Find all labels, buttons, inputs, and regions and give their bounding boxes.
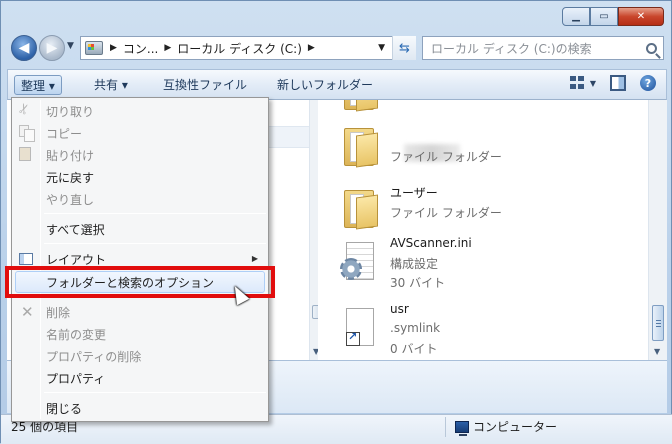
- organize-menu: 切り取り コピー 貼り付け 元に戻す やり直し すべて選択 レイアウト ▶ フォ…: [11, 97, 269, 422]
- menu-item-label: プロパティの削除: [46, 350, 142, 364]
- status-location: コンピューター: [455, 418, 558, 436]
- preview-pane-icon[interactable]: [610, 75, 626, 91]
- menu-item-cut[interactable]: 切り取り: [12, 100, 268, 122]
- arrow-left-icon: ◀: [18, 40, 30, 56]
- new-folder-button[interactable]: 新しいフォルダー: [271, 75, 379, 95]
- menu-item-label: レイアウト: [46, 253, 107, 267]
- drive-icon: [85, 41, 103, 55]
- file-name: ユーザー: [390, 186, 438, 200]
- scissors-icon: [19, 103, 35, 119]
- chevron-right-icon[interactable]: ▶: [305, 43, 318, 53]
- list-item[interactable]: AVScanner.ini 構成設定 30 バイト: [340, 236, 640, 296]
- forward-button[interactable]: ▶: [39, 35, 65, 61]
- menu-item-label: 切り取り: [46, 105, 95, 119]
- file-type: 構成設定: [390, 257, 439, 271]
- nav-selected-row: [269, 126, 309, 148]
- compatibility-files-button[interactable]: 互換性ファイル: [157, 75, 253, 95]
- chevron-right-icon[interactable]: ▶: [161, 43, 174, 53]
- menu-item-remove-properties[interactable]: プロパティの削除: [12, 345, 268, 367]
- file-size: 30 バイト: [390, 276, 446, 290]
- menu-item-label: やり直し: [46, 193, 95, 207]
- delete-icon: [19, 303, 35, 321]
- status-location-label: コンピューター: [473, 420, 558, 434]
- menu-item-label: すべて選択: [46, 223, 105, 237]
- folder-icon: [340, 100, 380, 112]
- menu-item-copy[interactable]: コピー: [12, 122, 268, 144]
- file-type: .symlink: [390, 321, 441, 335]
- views-icon[interactable]: [569, 75, 586, 91]
- menu-item-label: 閉じる: [46, 402, 83, 416]
- chevron-down-icon[interactable]: ▼: [590, 79, 596, 88]
- file-list-scrollbar[interactable]: ▼: [648, 100, 667, 360]
- toolbar-icons: ▼ ?: [569, 75, 656, 91]
- file-size: 0 バイト: [390, 342, 438, 356]
- menu-item-paste[interactable]: 貼り付け: [12, 144, 268, 166]
- menu-item-label: コピー: [46, 127, 83, 141]
- file-list: ファイル フォルダー ファイル フォルダー ユーザー ファイル フォルダー AV…: [318, 100, 648, 360]
- paste-icon: [19, 147, 31, 161]
- menu-item-delete[interactable]: 削除: [12, 301, 268, 323]
- organize-button[interactable]: 整理 ▾: [14, 75, 62, 95]
- file-type: ファイル フォルダー: [390, 100, 502, 101]
- back-button[interactable]: ◀: [11, 35, 37, 61]
- refresh-icon: ⇆: [399, 40, 410, 56]
- menu-item-label: プロパティ: [46, 372, 106, 386]
- submenu-arrow-icon: ▶: [251, 254, 258, 263]
- close-button[interactable]: ✕: [618, 7, 664, 26]
- breadcrumb-local-disk[interactable]: ローカル ディスク (C:): [174, 40, 305, 57]
- file-list-scroll-thumb[interactable]: [652, 305, 664, 341]
- caption-buttons: ▁ ▭ ✕: [562, 7, 664, 26]
- file-name: usr: [390, 302, 409, 316]
- menu-item-label: 元に戻す: [46, 171, 95, 185]
- menu-item-label: 削除: [46, 306, 71, 320]
- menu-item-rename[interactable]: 名前の変更: [12, 323, 268, 345]
- file-type: ファイル フォルダー: [390, 206, 502, 220]
- search-placeholder: ローカル ディスク (C:)の検索: [431, 41, 592, 56]
- list-item[interactable]: ファイル フォルダー: [340, 122, 640, 182]
- menu-separator: [44, 213, 266, 214]
- maximize-button[interactable]: ▭: [590, 7, 618, 26]
- list-item[interactable]: ユーザー ファイル フォルダー: [340, 184, 640, 244]
- arrow-right-icon: ▶: [46, 40, 58, 56]
- config-file-icon: [340, 240, 380, 280]
- breadcrumb-computer[interactable]: コン...: [120, 40, 161, 57]
- menu-item-select-all[interactable]: すべて選択: [12, 218, 268, 240]
- scroll-down-icon[interactable]: ▼: [654, 347, 660, 356]
- folder-icon: [340, 188, 380, 230]
- menu-item-close[interactable]: 閉じる: [12, 397, 268, 419]
- search-icon[interactable]: [646, 42, 657, 54]
- recent-pages-dropdown[interactable]: ▼: [67, 41, 74, 51]
- chevron-right-icon[interactable]: ▶: [107, 43, 120, 53]
- refresh-button[interactable]: ⇆: [392, 36, 416, 60]
- file-type: ファイル フォルダー: [390, 150, 502, 164]
- search-input[interactable]: ローカル ディスク (C:)の検索: [422, 36, 664, 60]
- list-item[interactable]: usr .symlink 0 バイト: [340, 302, 640, 360]
- menu-item-redo[interactable]: やり直し: [12, 188, 268, 210]
- command-bar: 整理 ▾ 共有 ▾ 互換性ファイル 新しいフォルダー ▼ ?: [7, 69, 667, 100]
- folder-icon: [340, 126, 380, 168]
- menu-item-properties[interactable]: プロパティ: [12, 367, 268, 389]
- file-name: AVScanner.ini: [390, 236, 472, 250]
- address-dropdown[interactable]: ▼: [378, 43, 391, 53]
- help-icon[interactable]: ?: [640, 75, 656, 91]
- menu-separator: [44, 392, 266, 393]
- status-divider: [445, 417, 446, 437]
- minimize-button[interactable]: ▁: [562, 7, 590, 26]
- shortcut-file-icon: [340, 306, 380, 346]
- menu-item-label: フォルダーと検索のオプション: [46, 276, 215, 290]
- computer-icon: [455, 420, 469, 436]
- menu-item-label: 名前の変更: [46, 328, 107, 342]
- address-bar[interactable]: ▶ コン... ▶ ローカル ディスク (C:) ▶ ▼: [80, 36, 416, 60]
- menu-separator: [44, 243, 266, 244]
- share-button[interactable]: 共有 ▾: [88, 75, 134, 95]
- menu-item-undo[interactable]: 元に戻す: [12, 166, 268, 188]
- menu-item-layout[interactable]: レイアウト ▶: [12, 248, 268, 270]
- menu-item-label: 貼り付け: [46, 149, 95, 163]
- copy-icon: [19, 125, 35, 142]
- layout-icon: [19, 253, 33, 265]
